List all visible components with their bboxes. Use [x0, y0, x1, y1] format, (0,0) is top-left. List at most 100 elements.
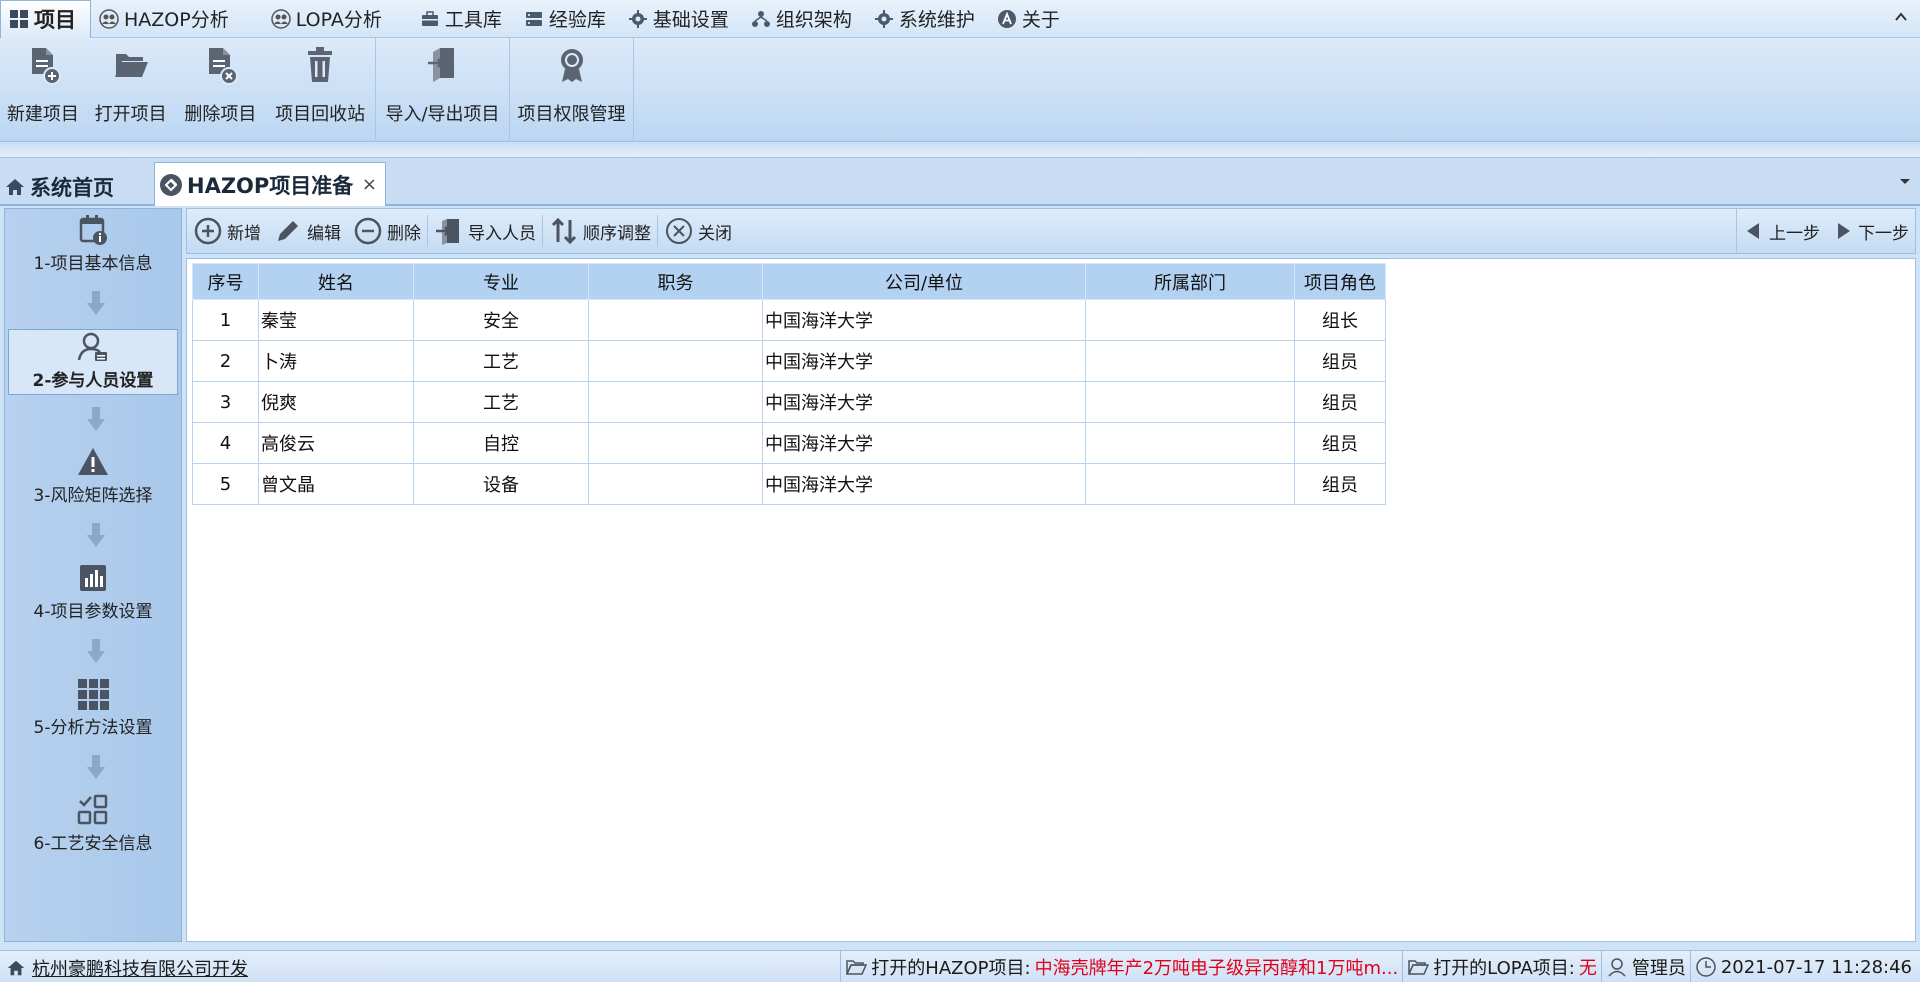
cell-major[interactable]: 设备 [413, 463, 589, 505]
table-row[interactable]: 2 卜涛 工艺 中国海洋大学 组员 [192, 340, 1386, 382]
cell-position[interactable] [588, 299, 763, 341]
cell-role[interactable]: 组员 [1294, 422, 1386, 464]
cell-company[interactable]: 中国海洋大学 [762, 422, 1086, 464]
next-step-button[interactable]: 下一步 [1826, 209, 1915, 253]
cell-company[interactable]: 中国海洋大学 [762, 381, 1086, 423]
cell-position[interactable] [588, 422, 763, 464]
col-header-department[interactable]: 所属部门 [1085, 263, 1295, 300]
edit-button[interactable]: 编辑 [267, 209, 347, 253]
import-people-button[interactable]: 导入人员 [428, 209, 542, 253]
status-hazop-project: 打开的HAZOP项目: 中海壳牌年产2万吨电子级异丙醇和1万吨m... [840, 951, 1402, 982]
cell-position[interactable] [588, 463, 763, 505]
cell-company[interactable]: 中国海洋大学 [762, 463, 1086, 505]
cell-name[interactable]: 高俊云 [258, 422, 414, 464]
col-header-role[interactable]: 项目角色 [1294, 263, 1386, 300]
table-row[interactable]: 4 高俊云 自控 中国海洋大学 组员 [192, 422, 1386, 464]
user-icon [1608, 958, 1626, 977]
arrow-down-icon [87, 523, 105, 547]
cell-index[interactable]: 2 [192, 340, 259, 382]
step-basic-info[interactable]: 1-项目基本信息 [8, 213, 178, 279]
cell-department[interactable] [1085, 463, 1295, 505]
menu-item-lopa[interactable]: LOPA分析 [263, 0, 396, 38]
cell-index[interactable]: 3 [192, 381, 259, 423]
menu-item-label: 工具库 [444, 9, 502, 31]
reorder-button[interactable]: 顺序调整 [543, 209, 657, 253]
cell-department[interactable] [1085, 381, 1295, 423]
step-project-params[interactable]: 4-项目参数设置 [8, 561, 178, 627]
tab-close-button[interactable]: × [362, 174, 377, 195]
menu-item-label: 经验库 [548, 9, 606, 31]
menu-item-basic-settings[interactable]: 基础设置 [620, 0, 743, 38]
cell-role[interactable]: 组员 [1294, 340, 1386, 382]
cell-major[interactable]: 工艺 [413, 381, 589, 423]
delete-project-button[interactable]: 删除项目 [176, 38, 266, 138]
steps-panel: 1-项目基本信息 2-参与人员设置 3-风险矩阵选择 4-项目参数设置 5-分析… [4, 208, 182, 942]
menu-item-about[interactable]: 关于 [989, 0, 1074, 38]
people-icon [270, 8, 291, 29]
cell-position[interactable] [588, 381, 763, 423]
collapse-ribbon-icon[interactable] [1892, 8, 1910, 26]
cell-name[interactable]: 秦莹 [258, 299, 414, 341]
cell-major[interactable]: 安全 [413, 299, 589, 341]
cell-role[interactable]: 组长 [1294, 299, 1386, 341]
import-export-button[interactable]: 导入/导出项目 [376, 38, 509, 138]
add-button[interactable]: 新增 [187, 209, 267, 253]
plus-circle-icon [194, 217, 222, 245]
org-icon [751, 10, 770, 27]
open-project-button[interactable]: 打开项目 [86, 38, 176, 138]
step-process-safety[interactable]: 6-工艺安全信息 [8, 793, 178, 859]
menu-item-experience[interactable]: 经验库 [516, 0, 620, 38]
cell-position[interactable] [588, 340, 763, 382]
col-header-index[interactable]: 序号 [192, 263, 259, 300]
menu-item-project[interactable]: 项目 [0, 0, 91, 38]
company-link[interactable]: 杭州豪鹏科技有限公司开发 [32, 955, 248, 981]
step-risk-matrix[interactable]: 3-风险矩阵选择 [8, 445, 178, 511]
cell-major[interactable]: 工艺 [413, 340, 589, 382]
cell-name[interactable]: 倪爽 [258, 381, 414, 423]
col-header-major[interactable]: 专业 [413, 263, 589, 300]
table-row[interactable]: 5 曾文晶 设备 中国海洋大学 组员 [192, 463, 1386, 505]
cell-role[interactable]: 组员 [1294, 463, 1386, 505]
step-participants[interactable]: 2-参与人员设置 [8, 329, 178, 395]
tab-home[interactable]: 系统首页 [4, 168, 114, 206]
cell-department[interactable] [1085, 422, 1295, 464]
delete-button[interactable]: 删除 [347, 209, 427, 253]
close-button[interactable]: 关闭 [658, 209, 738, 253]
recycle-bin-button[interactable]: 项目回收站 [265, 38, 375, 138]
cell-name[interactable]: 卜涛 [258, 340, 414, 382]
menu-item-org[interactable]: 组织架构 [743, 0, 866, 38]
col-header-company[interactable]: 公司/单位 [762, 263, 1086, 300]
cell-index[interactable]: 4 [192, 422, 259, 464]
status-lopa-project: 打开的LOPA项目: 无 [1402, 951, 1601, 982]
cell-index[interactable]: 5 [192, 463, 259, 505]
permission-button[interactable]: 项目权限管理 [510, 38, 633, 138]
menu-bar: 项目 HAZOP分析 LOPA分析 工具库 经验库 基础设置 组织架构 系统维护… [0, 0, 1920, 38]
table-row[interactable]: 3 倪爽 工艺 中国海洋大学 组员 [192, 381, 1386, 423]
ribbon-button-label: 删除项目 [184, 104, 257, 125]
cell-department[interactable] [1085, 340, 1295, 382]
hazop-logo-icon [160, 173, 182, 196]
menu-item-maintenance[interactable]: 系统维护 [866, 0, 989, 38]
cell-index[interactable]: 1 [192, 299, 259, 341]
col-header-name[interactable]: 姓名 [258, 263, 414, 300]
col-header-position[interactable]: 职务 [588, 263, 763, 300]
menu-item-label: 项目 [34, 8, 76, 32]
table-row[interactable]: 1 秦莹 安全 中国海洋大学 组长 [192, 299, 1386, 341]
menu-item-hazop[interactable]: HAZOP分析 [91, 0, 243, 38]
step-label: 3-风险矩阵选择 [33, 486, 153, 506]
cell-company[interactable]: 中国海洋大学 [762, 299, 1086, 341]
new-project-button[interactable]: 新建项目 [0, 38, 86, 138]
prev-step-button[interactable]: 上一步 [1737, 209, 1826, 253]
folder-icon [1408, 960, 1430, 975]
import-label: 导入人员 [468, 223, 536, 244]
menu-item-toolbox[interactable]: 工具库 [412, 0, 516, 38]
tab-list-dropdown-icon[interactable] [1898, 176, 1912, 186]
cell-company[interactable]: 中国海洋大学 [762, 340, 1086, 382]
cell-major[interactable]: 自控 [413, 422, 589, 464]
cell-department[interactable] [1085, 299, 1295, 341]
import-export-icon [427, 48, 454, 82]
step-analysis-method[interactable]: 5-分析方法设置 [8, 677, 178, 743]
cell-name[interactable]: 曾文晶 [258, 463, 414, 505]
cell-role[interactable]: 组员 [1294, 381, 1386, 423]
tab-hazop-prep[interactable]: HAZOP项目准备 × [154, 162, 386, 206]
